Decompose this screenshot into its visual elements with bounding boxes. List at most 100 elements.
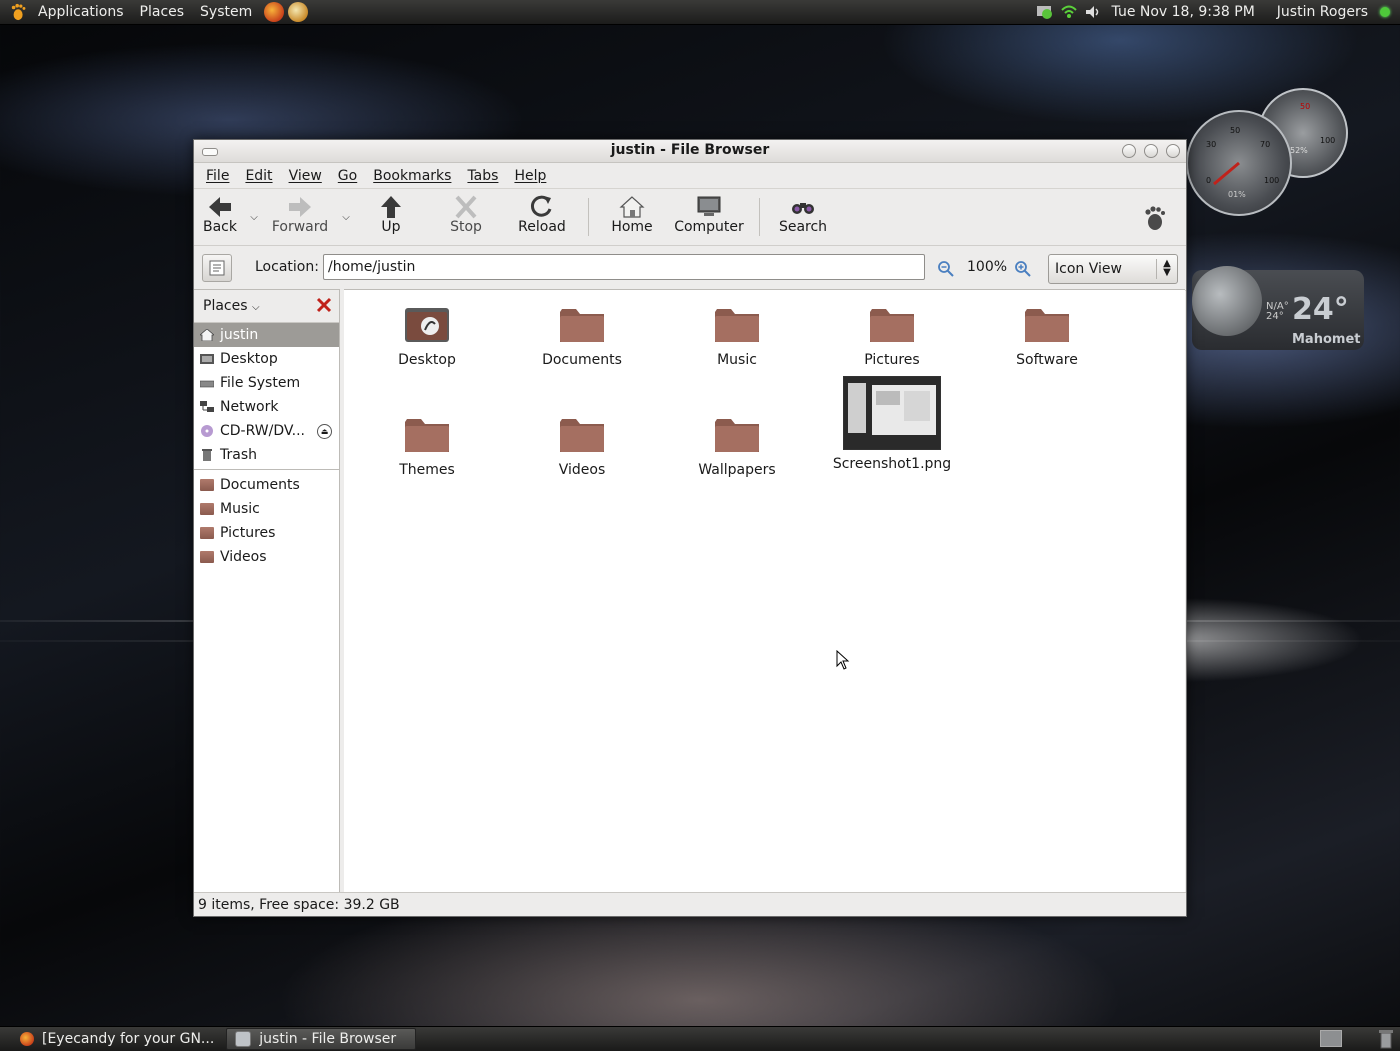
file-item-pictures[interactable]: Pictures (827, 304, 957, 368)
menu-bookmarks[interactable]: Bookmarks (365, 168, 459, 184)
home-label: Home (611, 219, 653, 235)
back-label: Back (203, 219, 237, 235)
file-item-videos[interactable]: Videos (517, 414, 647, 478)
file-item-wallpapers[interactable]: Wallpapers (672, 414, 802, 478)
sidebar-item-desktop[interactable]: Desktop (194, 347, 339, 371)
location-label: Location: (255, 259, 319, 275)
menu-go[interactable]: Go (330, 168, 365, 184)
clock[interactable]: Tue Nov 18, 9:38 PM (1112, 4, 1255, 20)
file-item-label: Pictures (864, 352, 920, 368)
file-item-themes[interactable]: Themes (362, 414, 492, 478)
back-history-dropdown[interactable]: ⌵ (246, 189, 262, 245)
reload-button[interactable]: Reload (504, 189, 580, 239)
close-button[interactable] (1166, 144, 1180, 158)
sidebar-item-justin[interactable]: justin (194, 323, 339, 347)
search-button[interactable]: Search (768, 189, 838, 239)
file-item-label: Software (1016, 352, 1078, 368)
menu-tabs[interactable]: Tabs (459, 168, 506, 184)
folder-icon (200, 551, 214, 563)
maximize-button[interactable] (1144, 144, 1158, 158)
sidebar-item-cd-drive[interactable]: CD-RW/DV... ⏏ (194, 419, 339, 443)
sidebar-item-file-system[interactable]: File System (194, 371, 339, 395)
eject-icon[interactable]: ⏏ (317, 424, 332, 439)
computer-button[interactable]: Computer (667, 189, 751, 239)
status-bar: 9 items, Free space: 39.2 GB (194, 892, 1186, 916)
gnome-foot-icon[interactable] (10, 3, 28, 21)
weather-city: Mahomet (1292, 332, 1361, 347)
back-button[interactable]: Back (194, 189, 246, 239)
file-item-music[interactable]: Music (672, 304, 802, 368)
computer-label: Computer (674, 219, 744, 235)
system-menu[interactable]: System (192, 0, 260, 24)
file-icon-view[interactable]: Desktop Documents Music Pictures Softwar… (344, 289, 1185, 892)
toolbar-separator (759, 198, 760, 236)
sidebar-item-documents[interactable]: Documents (194, 473, 339, 497)
applications-menu[interactable]: Applications (30, 0, 132, 24)
taskbar-item-label: justin - File Browser (259, 1031, 397, 1047)
image-thumbnail (843, 376, 941, 450)
zoom-level[interactable]: 100% (967, 259, 1007, 275)
sidebar-item-videos[interactable]: Videos (194, 545, 339, 569)
zoom-out-icon[interactable] (937, 260, 955, 278)
taskbar-item-firefox[interactable]: [Eyecandy for your GN... (12, 1028, 222, 1050)
menu-help[interactable]: Help (506, 168, 554, 184)
gnome-throbber-icon (1145, 206, 1165, 230)
folder-icon (560, 419, 604, 452)
home-button[interactable]: Home (597, 189, 667, 239)
home-icon (200, 329, 214, 341)
file-item-desktop[interactable]: Desktop (362, 304, 492, 368)
forward-history-dropdown[interactable]: ⌵ (338, 189, 354, 245)
file-item-label: Screenshot1.png (832, 456, 952, 472)
status-text: 9 items, Free space: 39.2 GB (198, 896, 400, 913)
close-sidebar-icon[interactable] (315, 296, 333, 314)
update-notifier-icon[interactable] (1036, 3, 1054, 21)
folder-icon (405, 419, 449, 452)
up-button[interactable]: Up (354, 189, 428, 239)
file-item-screenshot[interactable]: Screenshot1.png (820, 376, 964, 472)
harddisk-icon (200, 380, 214, 388)
sidebar-item-pictures[interactable]: Pictures (194, 521, 339, 545)
forward-button[interactable]: Forward (262, 189, 338, 239)
sidebar-type-dropdown[interactable]: Places ⌵ (203, 298, 260, 314)
taskbar-item-file-browser[interactable]: justin - File Browser (226, 1028, 417, 1050)
stop-button[interactable]: Stop (428, 189, 504, 239)
file-item-software[interactable]: Software (982, 304, 1112, 368)
gauge-readout: 52% (1290, 146, 1308, 155)
titlebar[interactable]: justin - File Browser (194, 140, 1186, 163)
firefox-launcher-icon[interactable] (264, 2, 285, 22)
cpu-gauge-widget: 30 50 70 0 100 01% (1186, 110, 1292, 216)
pidgin-launcher-icon[interactable] (288, 2, 309, 22)
sidebar-item-trash[interactable]: Trash (194, 443, 339, 467)
sidebar-item-label: Pictures (220, 525, 276, 541)
menu-file[interactable]: File (198, 168, 237, 184)
view-mode-value: Icon View (1055, 261, 1122, 277)
volume-icon[interactable] (1084, 3, 1102, 21)
view-mode-select[interactable]: Icon View ▲ ▼ (1048, 254, 1178, 284)
sidebar-item-label: CD-RW/DV... (220, 423, 305, 439)
toolbar: Back ⌵ Forward ⌵ Up Stop Reload Home Com… (194, 189, 1186, 246)
gauge-tick: 50 (1300, 102, 1311, 111)
location-input[interactable] (323, 254, 925, 280)
gauge-tick: 100 (1320, 136, 1336, 145)
menu-view[interactable]: View (281, 168, 330, 184)
weather-na-bottom: 24° (1266, 311, 1284, 322)
stop-label: Stop (450, 219, 482, 235)
user-switcher[interactable]: Justin Rogers (1277, 4, 1368, 20)
toolbar-separator (588, 198, 589, 236)
zoom-in-icon[interactable] (1014, 260, 1032, 278)
menu-edit[interactable]: Edit (237, 168, 280, 184)
chevron-down-icon: ⌵ (250, 211, 258, 223)
wireless-icon[interactable] (1060, 3, 1078, 21)
file-item-label: Music (717, 352, 757, 368)
trash-icon[interactable] (1378, 1029, 1394, 1049)
places-menu[interactable]: Places (132, 0, 193, 24)
sidebar-item-network[interactable]: Network (194, 395, 339, 419)
sidebar-item-music[interactable]: Music (194, 497, 339, 521)
location-mode-toggle[interactable] (202, 254, 232, 282)
show-desktop-button[interactable] (1320, 1030, 1342, 1047)
minimize-button[interactable] (1122, 144, 1136, 158)
file-item-documents[interactable]: Documents (517, 304, 647, 368)
stop-icon (455, 195, 477, 219)
sidebar-item-label: File System (220, 375, 301, 391)
forward-label: Forward (271, 219, 329, 235)
